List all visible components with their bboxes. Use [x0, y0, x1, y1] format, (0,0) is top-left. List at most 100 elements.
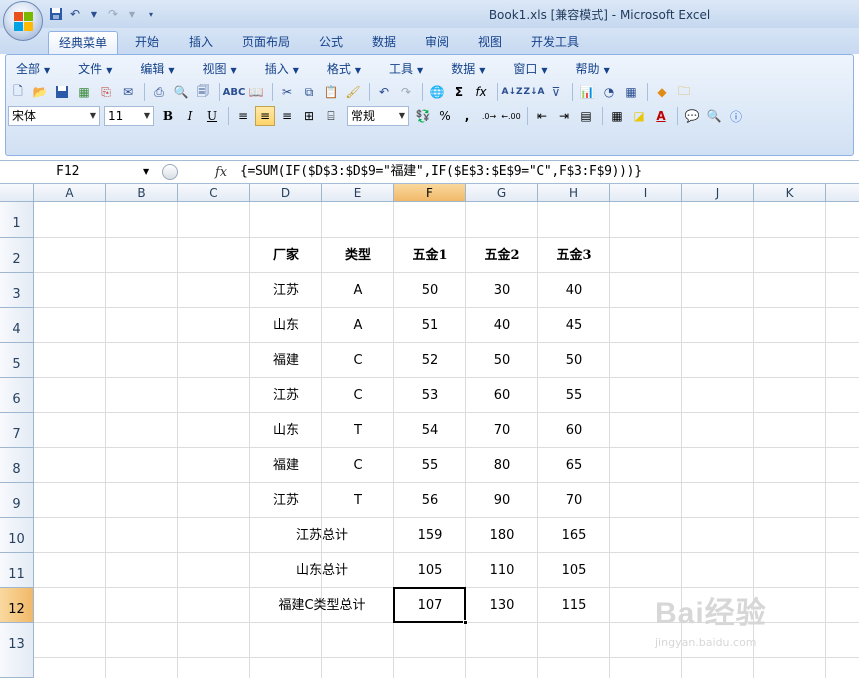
fill-handle[interactable]	[463, 620, 468, 625]
row-header-4[interactable]: 4	[0, 308, 34, 343]
format-painter-icon[interactable]: 🖌	[343, 82, 363, 102]
research-icon[interactable]: 🗐	[193, 82, 213, 102]
total-label-cell[interactable]: 江苏总计	[250, 518, 394, 553]
sort-ascending-icon[interactable]: A↓Z	[501, 82, 522, 102]
menu-data[interactable]: 数据 ▼	[445, 59, 491, 79]
print-preview-icon[interactable]: 🔍	[171, 82, 191, 102]
table-cell[interactable]: 54	[394, 413, 466, 448]
decrease-indent-icon[interactable]: ⇤	[532, 106, 552, 126]
expand-button[interactable]	[162, 164, 178, 180]
table-cell[interactable]: 50	[394, 273, 466, 308]
column-header-b[interactable]: B	[106, 184, 178, 202]
italic-button[interactable]: I	[180, 106, 200, 126]
row-header-10[interactable]: 10	[0, 518, 34, 553]
zoom-icon[interactable]: 🔍	[704, 106, 724, 126]
spelling-icon[interactable]: ABC	[223, 82, 246, 102]
redo-icon[interactable]: ↷	[396, 82, 416, 102]
insert-function-icon[interactable]: fx	[471, 82, 491, 102]
table-header-cell[interactable]: 类型	[322, 238, 394, 273]
tab-classic-menu[interactable]: 经典菜单	[48, 31, 119, 54]
menu-window[interactable]: 窗口 ▼	[507, 59, 553, 79]
row-header-12[interactable]: 12	[0, 588, 34, 623]
table-cell[interactable]: 福建	[250, 448, 322, 483]
table-cell[interactable]: C	[322, 448, 394, 483]
table-cell[interactable]: 52	[394, 343, 466, 378]
table-cell[interactable]: 55	[394, 448, 466, 483]
total-cell[interactable]: 115	[538, 588, 610, 623]
table-cell[interactable]: A	[322, 308, 394, 343]
table-header-cell[interactable]: 五金2	[466, 238, 538, 273]
help-icon[interactable]: ⓘ	[726, 106, 746, 126]
table-cell[interactable]: 福建	[250, 343, 322, 378]
hyperlink-icon[interactable]: 🌐	[427, 82, 447, 102]
decrease-decimal-icon[interactable]: ←.00	[501, 106, 521, 126]
comment-icon[interactable]: 💬	[682, 106, 702, 126]
formula-input[interactable]: {=SUM(IF($D$3:$D$9="福建",IF($E$3:$E$9="C"…	[240, 162, 642, 182]
total-label-cell[interactable]: 山东总计	[250, 553, 394, 588]
wrap-text-icon[interactable]: ⌸	[321, 106, 341, 126]
font-name-select[interactable]: 宋体 ▼	[8, 106, 100, 126]
total-cell[interactable]: 105	[394, 553, 466, 588]
row-header-7[interactable]: 7	[0, 413, 34, 448]
column-header-a[interactable]: A	[34, 184, 106, 202]
total-cell[interactable]: 180	[466, 518, 538, 553]
row-header-13[interactable]: 13	[0, 623, 34, 678]
table-icon[interactable]: ▦	[621, 82, 641, 102]
autosum-icon[interactable]: Σ	[449, 82, 469, 102]
tab-page-layout[interactable]: 页面布局	[232, 31, 300, 54]
table-cell[interactable]: 53	[394, 378, 466, 413]
table-cell[interactable]: 56	[394, 483, 466, 518]
table-cell[interactable]: 30	[466, 273, 538, 308]
total-cell[interactable]: 165	[538, 518, 610, 553]
total-cell[interactable]: 110	[466, 553, 538, 588]
tab-home[interactable]: 开始	[125, 31, 169, 54]
print-icon[interactable]: ⎙	[149, 82, 169, 102]
tab-view[interactable]: 视图	[468, 31, 512, 54]
font-color-icon[interactable]: A	[651, 106, 671, 126]
open-folder-icon[interactable]: 📂	[30, 82, 50, 102]
select-all-button[interactable]	[0, 184, 34, 202]
table-cell[interactable]: C	[322, 378, 394, 413]
chevron-down-icon[interactable]: ▼	[143, 162, 155, 182]
table-cell[interactable]: 50	[466, 343, 538, 378]
table-cell[interactable]: 江苏	[250, 378, 322, 413]
menu-file[interactable]: 文件 ▼	[72, 59, 118, 79]
menu-help[interactable]: 帮助 ▼	[570, 59, 616, 79]
table-header-cell[interactable]: 厂家	[250, 238, 322, 273]
align-right-icon[interactable]: ≡	[277, 106, 297, 126]
row-header-1[interactable]: 1	[0, 202, 34, 238]
pdf-icon[interactable]: ⎘	[96, 82, 116, 102]
row-header-2[interactable]: 2	[0, 238, 34, 273]
diamond-shape-icon[interactable]: ◆	[652, 82, 672, 102]
table-cell[interactable]: 50	[538, 343, 610, 378]
menu-edit[interactable]: 编辑 ▼	[134, 59, 180, 79]
column-header-g[interactable]: G	[466, 184, 538, 202]
total-cell[interactable]: 130	[466, 588, 538, 623]
filter-icon[interactable]: ⊽	[546, 82, 566, 102]
increase-decimal-icon[interactable]: .0→	[479, 106, 499, 126]
column-header-e[interactable]: E	[322, 184, 394, 202]
table-cell[interactable]: T	[322, 413, 394, 448]
table-cell[interactable]: 山东	[250, 308, 322, 343]
table-cell[interactable]: 40	[538, 273, 610, 308]
table-cell[interactable]: 80	[466, 448, 538, 483]
row-header-8[interactable]: 8	[0, 448, 34, 483]
table-cell[interactable]: 70	[538, 483, 610, 518]
sort-descending-icon[interactable]: Z↓A	[523, 82, 544, 102]
table-cell[interactable]: 江苏	[250, 273, 322, 308]
table-cell[interactable]: 60	[538, 413, 610, 448]
menu-insert[interactable]: 插入 ▼	[259, 59, 305, 79]
tab-insert[interactable]: 插入	[179, 31, 223, 54]
column-header-k[interactable]: K	[754, 184, 826, 202]
currency-icon[interactable]: 💱	[413, 106, 433, 126]
row-header-9[interactable]: 9	[0, 483, 34, 518]
table-cell[interactable]: 70	[466, 413, 538, 448]
increase-indent-icon[interactable]: ⇥	[554, 106, 574, 126]
menu-view[interactable]: 视图 ▼	[197, 59, 243, 79]
font-size-select[interactable]: 11 ▼	[104, 106, 154, 126]
underline-button[interactable]: U	[202, 106, 222, 126]
number-format-select[interactable]: 常规 ▼	[347, 106, 409, 126]
bold-button[interactable]: B	[158, 106, 178, 126]
table-cell[interactable]: C	[322, 343, 394, 378]
new-document-icon[interactable]: 🗋	[8, 82, 28, 102]
